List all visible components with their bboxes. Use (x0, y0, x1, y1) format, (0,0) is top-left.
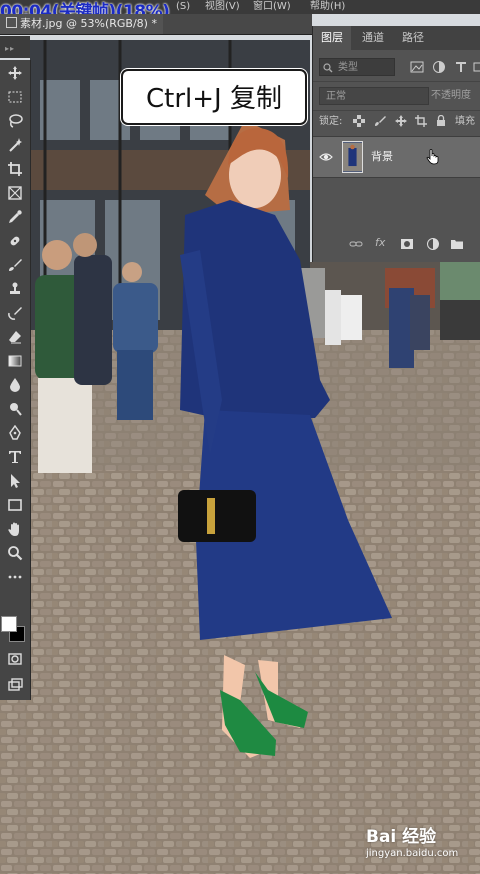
link-layers-icon[interactable] (349, 236, 363, 250)
layer-name[interactable]: 背景 (371, 137, 393, 177)
eye-icon[interactable] (319, 150, 333, 164)
tab-layers[interactable]: 图层 (313, 26, 351, 50)
lock-all-icon[interactable] (435, 115, 447, 127)
layer-thumbnail (342, 141, 363, 173)
move-icon[interactable] (3, 62, 27, 84)
more-tools-icon[interactable] (3, 566, 27, 588)
lock-artboard-icon[interactable] (415, 115, 427, 127)
blend-mode-select[interactable]: 正常 (319, 87, 429, 105)
pen-icon[interactable] (3, 422, 27, 444)
rectangle-icon[interactable] (3, 494, 27, 516)
marquee-icon[interactable] (3, 86, 27, 108)
menu-item-window[interactable]: 窗口(W) (253, 0, 291, 14)
menu-item-help[interactable]: 帮助(H) (310, 0, 345, 14)
tab-channels[interactable]: 通道 (355, 26, 391, 50)
layer-style-icon[interactable]: fx (375, 236, 389, 250)
opacity-label[interactable]: 不透明度 (431, 87, 479, 105)
document-tab-label: 素材.jpg @ 53%(RGB/8) * (20, 17, 157, 30)
type-icon[interactable] (3, 446, 27, 468)
tools-panel: ▸▸ (0, 36, 31, 700)
filter-adjustment-icon[interactable] (432, 60, 446, 74)
new-group-icon[interactable] (450, 236, 464, 250)
hand-icon[interactable] (3, 518, 27, 540)
healing-brush-icon[interactable] (3, 230, 27, 252)
tab-paths[interactable]: 路径 (395, 26, 431, 50)
lock-transparent-icon[interactable] (353, 115, 365, 127)
filter-type-icon[interactable] (454, 60, 468, 74)
add-mask-icon[interactable] (400, 236, 414, 250)
adjustment-layer-icon[interactable] (426, 236, 440, 250)
menu-item-partial[interactable]: (S) (176, 0, 190, 14)
panel-footer: fx (313, 232, 480, 256)
panel-grip[interactable]: ▸▸ (0, 36, 30, 58)
dodge-icon[interactable] (3, 398, 27, 420)
panel-tabs: 图层 通道 路径 (313, 26, 480, 50)
document-tab[interactable]: 素材.jpg @ 53%(RGB/8) * (0, 14, 163, 34)
layer-row-background[interactable]: 背景 (313, 136, 480, 178)
quick-mask-icon[interactable] (3, 648, 27, 670)
history-brush-icon[interactable] (3, 302, 27, 324)
frame-icon[interactable] (3, 182, 27, 204)
magic-wand-icon[interactable] (3, 134, 27, 156)
screen-mode-icon[interactable] (3, 674, 27, 696)
brush-icon[interactable] (3, 254, 27, 276)
baidu-jingyan-watermark: Bai 经验 jingyan.baidu.com (366, 822, 476, 866)
lock-pixels-icon[interactable] (374, 115, 386, 127)
shortcut-caption: Ctrl+J 复制 (121, 69, 307, 125)
document-tab-bar: 素材.jpg @ 53%(RGB/8) * (0, 14, 312, 35)
filter-pixel-icon[interactable] (410, 60, 424, 74)
watermark-url: jingyan.baidu.com (366, 848, 459, 859)
hand-pointer-icon (426, 149, 439, 165)
gradient-icon[interactable] (3, 350, 27, 372)
watermark-brand: Bai 经验 (366, 827, 437, 847)
close-icon[interactable] (6, 17, 17, 28)
layers-panel: 图层 通道 路径 类型 正常 不透明度 锁定: 填充 背景 fx (312, 26, 480, 262)
search-icon (323, 63, 333, 73)
lasso-icon[interactable] (3, 110, 27, 132)
blur-icon[interactable] (3, 374, 27, 396)
eyedropper-icon[interactable] (3, 206, 27, 228)
foreground-color-swatch[interactable] (1, 616, 17, 632)
eraser-icon[interactable] (3, 326, 27, 348)
lock-position-icon[interactable] (395, 115, 407, 127)
fill-label: 填充 (455, 116, 475, 127)
crop-icon[interactable] (3, 158, 27, 180)
menu-item-view[interactable]: 视图(V) (205, 0, 240, 14)
filter-shape-icon[interactable] (473, 60, 480, 74)
lock-label: 锁定: (319, 116, 343, 127)
zoom-icon[interactable] (3, 542, 27, 564)
path-selection-icon[interactable] (3, 470, 27, 492)
clone-stamp-icon[interactable] (3, 278, 27, 300)
